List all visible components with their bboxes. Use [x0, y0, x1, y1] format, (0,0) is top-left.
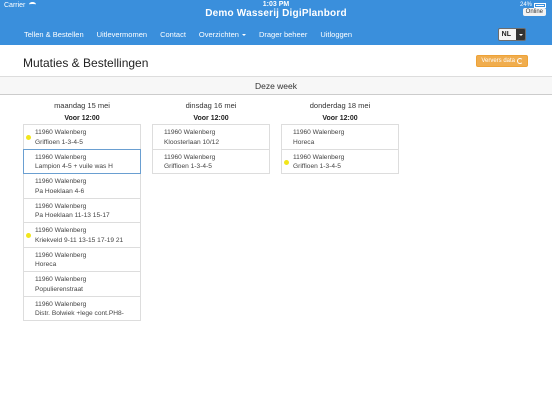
nav-overzichten-dropdown[interactable]: Overzichten: [199, 30, 246, 39]
day-column: donderdag 18 mei Voor 12:00 11960 Walenber…: [281, 100, 399, 174]
status-dot-icon: [26, 135, 31, 140]
top-bar: Carrier 1:03 PM 24% Demo Wasserij DigiPl…: [0, 0, 552, 45]
card-location: Kloosterlaan 10/12: [164, 138, 219, 146]
order-card[interactable]: 11960 Walenberg Populierenstraat: [23, 271, 141, 297]
card-customer: 11960 Walenberg: [293, 129, 345, 136]
card-customer: 11960 Walenberg: [35, 251, 87, 259]
status-dot-icon: [284, 159, 289, 165]
card-customer: 11960 Walenberg: [164, 153, 216, 161]
refresh-icon: [517, 58, 523, 64]
nav-contact[interactable]: Contact: [160, 30, 186, 39]
online-badge: Online: [522, 8, 546, 16]
order-card[interactable]: 11960 Walenberg Kriekveld 9-11 13-15 17-1…: [23, 222, 141, 248]
refresh-data-button[interactable]: Ververs data: [476, 55, 528, 67]
nav-uitlevermomen[interactable]: Uitlevermomen: [97, 30, 147, 39]
order-card[interactable]: 11960 Walenberg Horeca: [281, 124, 399, 150]
card-location: Griffioen 1-3-4-5: [35, 138, 83, 146]
order-card[interactable]: 11960 Walenberg Griffioen 1-3-4-5: [281, 148, 399, 174]
card-location: Kriekveld 9-11 13-15 17-19 21: [35, 236, 124, 244]
card-customer: 11960 Walenberg: [35, 202, 87, 210]
language-select[interactable]: NL: [497, 28, 526, 41]
order-card[interactable]: 11960 Walenberg Kloosterlaan 10/12: [152, 124, 270, 150]
language-value: NL: [498, 29, 516, 40]
card-location: Griffioen 1-3-4-5: [164, 163, 212, 170]
language-arrow: [516, 29, 525, 40]
card-location: Distr. Bolwiek +lege cont.PH8-: [35, 310, 124, 317]
day-header: dinsdag 16 mei: [185, 101, 237, 110]
card-location: Lampion 4-5 + vuile was H: [35, 163, 113, 170]
card-location: Griffioen 1-3-4-5: [293, 163, 341, 170]
day-column: dinsdag 16 mei Voor 12:00 11960 Walenberg K…: [152, 100, 270, 174]
day-header: maandag 15 mei: [54, 101, 110, 110]
week-header: Deze week: [0, 76, 552, 95]
order-card[interactable]: 11960 Walenberg Lampion 4-5 + vuile was H: [23, 148, 141, 174]
card-customer: 11960 Walenberg: [35, 276, 87, 283]
nav-tellen-bestellen[interactable]: Tellen & Bestellen: [24, 30, 84, 39]
card-customer: 11960 Walenberg: [35, 129, 87, 136]
order-card[interactable]: 11960 Walenberg Distr. Bolwiek +lege cont…: [23, 295, 141, 321]
day-column: maandag 15 mei Voor 12:00 11960 Walenberg G…: [23, 100, 141, 321]
page-title: Mutaties & Bestellingen: [23, 56, 149, 70]
refresh-label: Ververs data: [481, 58, 515, 64]
card-customer: 11960 Walenberg: [35, 153, 87, 161]
card-customer: 11960 Walenberg: [35, 227, 87, 234]
caret-down-icon: [241, 34, 246, 37]
order-card[interactable]: 11960 Walenberg Griffioen 1-3-4-5: [152, 148, 270, 174]
order-card[interactable]: 11960 Walenberg Pa Hoeklaan 4-6: [23, 173, 141, 199]
card-location: Populierenstraat: [35, 285, 84, 293]
card-customer: 11960 Walenberg: [35, 178, 87, 185]
main-nav: Tellen & Bestellen Uitlevermomen Contact…: [0, 24, 552, 45]
day-header: donderdag 18 mei: [309, 101, 371, 110]
card-customer: 11960 Walenberg: [35, 300, 87, 308]
card-location: Horeca: [35, 261, 57, 268]
order-card[interactable]: 11960 Walenberg Pa Hoeklaan 11-13 15-17: [23, 197, 141, 223]
nav-overzichten-label: Overzichten: [198, 30, 239, 39]
status-dot-icon: [26, 233, 31, 238]
order-card[interactable]: 11960 Walenberg Horeca: [23, 246, 141, 272]
app-title: Demo Wasserij DigiPlanbord: [205, 8, 347, 19]
card-customer: 11960 Walenberg: [164, 129, 216, 136]
battery-icon: [534, 2, 546, 8]
card-location: Horeca: [293, 138, 315, 146]
card-location: Pa Hoeklaan 4-6: [35, 187, 85, 195]
status-time: 1:03 PM: [262, 1, 290, 8]
caret-down-icon: [518, 33, 523, 36]
card-customer: 11960 Walenberg: [293, 153, 345, 161]
nav-uitloggen[interactable]: Uitloggen: [320, 30, 352, 39]
order-card[interactable]: 11960 Walenberg Griffioen 1-3-4-5: [23, 124, 141, 150]
nav-drager-beheer[interactable]: Drager beheer: [259, 30, 307, 39]
card-location: Pa Hoeklaan 11-13 15-17: [35, 212, 110, 219]
main-panel: Mutaties & Bestellingen Ververs data Dez…: [0, 45, 552, 414]
